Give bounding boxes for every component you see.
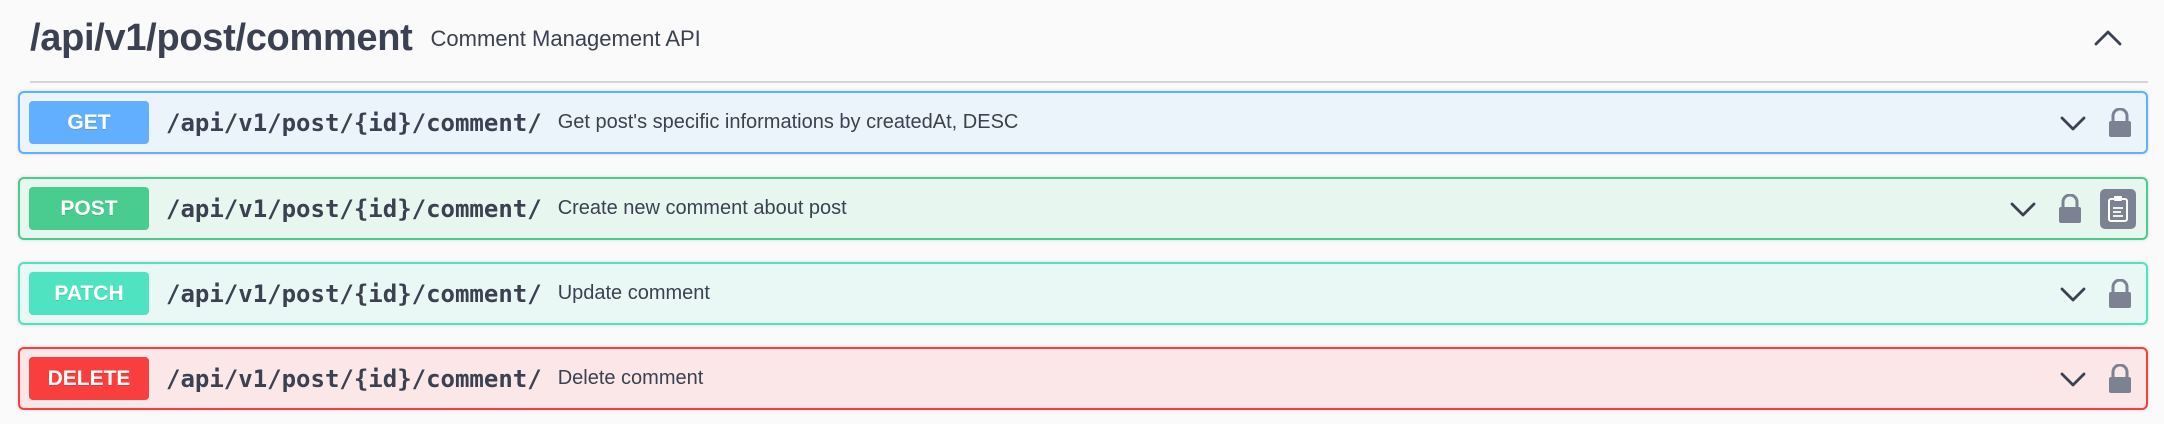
- operation-controls: [2056, 349, 2136, 408]
- operation-path[interactable]: /api/v1/post/{id}/comment/: [166, 195, 542, 223]
- method-badge-delete: DELETE: [29, 357, 149, 400]
- chevron-down-icon[interactable]: [2056, 362, 2090, 396]
- opblock-delete[interactable]: DELETE /api/v1/post/{id}/comment/ Delete…: [18, 347, 2148, 410]
- operation-controls: [2006, 179, 2136, 238]
- operation-summary: Delete comment: [557, 367, 704, 389]
- operation-path[interactable]: /api/v1/post/{id}/comment/: [166, 365, 542, 393]
- lock-icon[interactable]: [2054, 192, 2086, 226]
- operation-controls: [2056, 93, 2136, 152]
- lock-icon[interactable]: [2104, 362, 2136, 396]
- operation-path[interactable]: /api/v1/post/{id}/comment/: [166, 109, 542, 137]
- operation-summary: Update comment: [557, 282, 710, 304]
- chevron-up-icon[interactable]: [2088, 18, 2128, 58]
- chevron-down-icon[interactable]: [2056, 277, 2090, 311]
- tag-title[interactable]: /api/v1/post/comment: [30, 17, 413, 60]
- clipboard-copy-icon[interactable]: [2100, 188, 2136, 229]
- method-badge-get: GET: [29, 101, 149, 144]
- operation-summary: Get post's specific informations by crea…: [557, 111, 1019, 133]
- lock-icon[interactable]: [2104, 277, 2136, 311]
- method-badge-post: POST: [29, 187, 149, 230]
- operation-summary: Create new comment about post: [557, 197, 847, 219]
- opblock-post[interactable]: POST /api/v1/post/{id}/comment/ Create n…: [18, 177, 2148, 240]
- tag-description: Comment Management API: [430, 25, 701, 51]
- operation-controls: [2056, 264, 2136, 323]
- lock-icon[interactable]: [2104, 106, 2136, 140]
- opblock-patch[interactable]: PATCH /api/v1/post/{id}/comment/ Update …: [18, 262, 2148, 325]
- chevron-down-icon[interactable]: [2006, 192, 2040, 226]
- swagger-tag-section: /api/v1/post/comment Comment Management …: [0, 0, 2164, 424]
- opblock-get[interactable]: GET /api/v1/post/{id}/comment/ Get post'…: [18, 91, 2148, 154]
- method-badge-patch: PATCH: [29, 272, 149, 315]
- operation-path[interactable]: /api/v1/post/{id}/comment/: [166, 280, 542, 308]
- chevron-down-icon[interactable]: [2056, 106, 2090, 140]
- tag-header[interactable]: /api/v1/post/comment Comment Management …: [30, 0, 2148, 83]
